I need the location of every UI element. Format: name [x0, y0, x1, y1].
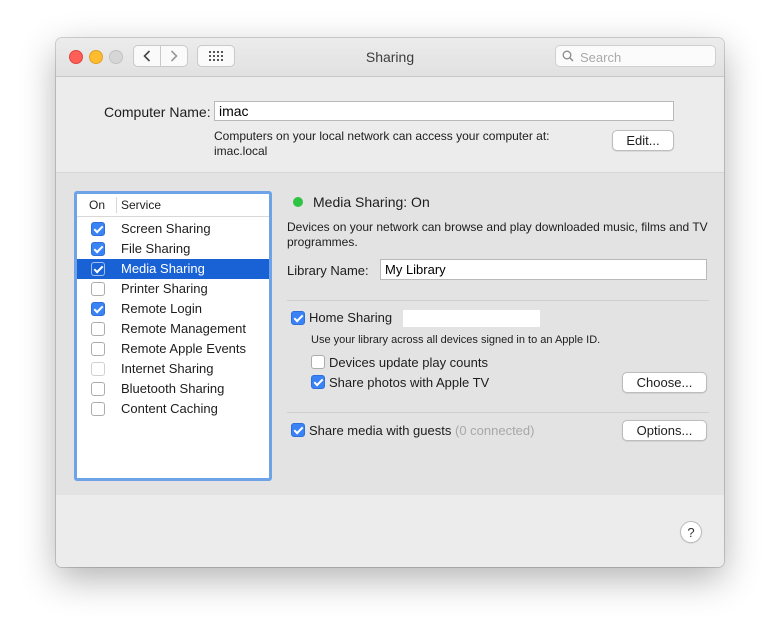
service-name: Remote Login: [121, 301, 202, 316]
service-status: Media Sharing: On: [313, 194, 430, 210]
service-enabled-checkbox[interactable]: [91, 322, 105, 336]
library-name-label: Library Name:: [287, 263, 369, 278]
service-name: Bluetooth Sharing: [121, 381, 225, 396]
search-input[interactable]: [578, 48, 712, 66]
service-enabled-checkbox[interactable]: [91, 342, 105, 356]
local-hostname: imac.local: [214, 144, 268, 158]
service-enabled-checkbox[interactable]: [91, 402, 105, 416]
divider: [287, 412, 709, 413]
service-list[interactable]: On Service Screen Sharing File Sharing Med…: [74, 191, 272, 481]
service-row[interactable]: Remote Apple Events: [77, 339, 269, 359]
share-with-guests-checkbox[interactable]: [291, 423, 305, 437]
service-row[interactable]: Content Caching: [77, 399, 269, 419]
search-field[interactable]: [555, 45, 716, 67]
service-enabled-checkbox[interactable]: [91, 242, 105, 256]
options-button[interactable]: Options...: [622, 420, 707, 441]
divider: [287, 300, 709, 301]
service-row[interactable]: Media Sharing: [77, 259, 269, 279]
edit-button[interactable]: Edit...: [612, 130, 674, 151]
share-with-guests-label: Share media with guests (0 connected): [309, 423, 535, 438]
home-sharing-field[interactable]: [403, 310, 540, 327]
computer-name-input[interactable]: [214, 101, 674, 121]
service-name: Content Caching: [121, 401, 218, 416]
choose-button[interactable]: Choose...: [622, 372, 707, 393]
computer-name-section: Computer Name: Computers on your local n…: [56, 77, 724, 173]
service-enabled-checkbox[interactable]: [91, 362, 105, 376]
service-name: Screen Sharing: [121, 221, 211, 236]
share-photos-checkbox[interactable]: [311, 375, 325, 389]
service-enabled-checkbox[interactable]: [91, 302, 105, 316]
service-row[interactable]: Screen Sharing: [77, 219, 269, 239]
column-service[interactable]: Service: [121, 198, 161, 212]
service-row[interactable]: Printer Sharing: [77, 279, 269, 299]
share-photos-label: Share photos with Apple TV: [329, 375, 490, 390]
update-play-counts-label: Devices update play counts: [329, 355, 488, 370]
home-sharing-help: Use your library across all devices sign…: [311, 334, 601, 346]
computer-name-label: Computer Name:: [104, 104, 211, 120]
home-sharing-checkbox[interactable]: [291, 311, 305, 325]
service-list-header: On Service: [77, 194, 269, 217]
update-play-counts-checkbox[interactable]: [311, 355, 325, 369]
service-name: Remote Management: [121, 321, 247, 336]
help-button[interactable]: ?: [680, 521, 702, 543]
home-sharing-label: Home Sharing: [309, 310, 393, 325]
service-row[interactable]: Bluetooth Sharing: [77, 379, 269, 399]
titlebar: Sharing: [56, 38, 724, 77]
column-on[interactable]: On: [89, 198, 105, 212]
bottom-section: [56, 495, 724, 567]
service-row[interactable]: Internet Sharing: [77, 359, 269, 379]
service-row[interactable]: Remote Management: [77, 319, 269, 339]
status-indicator: [293, 197, 303, 207]
service-description: Devices on your network can browse and p…: [287, 220, 708, 249]
search-icon: [562, 50, 574, 62]
column-divider: [116, 197, 117, 213]
guests-connected-count: (0 connected): [454, 423, 535, 438]
service-row[interactable]: File Sharing: [77, 239, 269, 259]
service-enabled-checkbox[interactable]: [91, 222, 105, 236]
service-name: Printer Sharing: [121, 281, 208, 296]
service-name: Media Sharing: [121, 261, 205, 276]
computer-address-help: Computers on your local network can acce…: [214, 129, 574, 159]
service-enabled-checkbox[interactable]: [91, 382, 105, 396]
service-name: Remote Apple Events: [121, 341, 247, 356]
service-enabled-checkbox[interactable]: [91, 282, 105, 296]
service-name: File Sharing: [121, 241, 191, 256]
sharing-window: Sharing Computer Name: Computers on your…: [56, 38, 724, 567]
library-name-input[interactable]: [380, 259, 707, 280]
service-row[interactable]: Remote Login: [77, 299, 269, 319]
service-name: Internet Sharing: [121, 361, 214, 376]
service-enabled-checkbox[interactable]: [91, 262, 105, 276]
